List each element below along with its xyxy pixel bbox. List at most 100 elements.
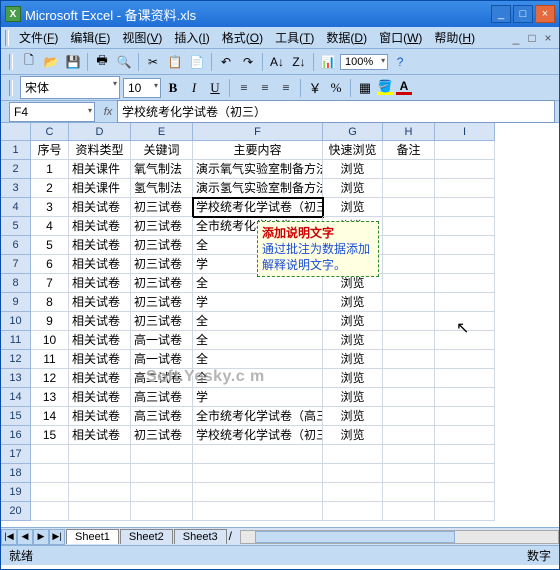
cell[interactable]: 浏览 [323, 179, 383, 198]
sort-desc-icon[interactable]: Z↓ [289, 52, 309, 72]
cell[interactable]: 相关试卷 [69, 312, 131, 331]
cell[interactable]: 浏览 [323, 160, 383, 179]
cell[interactable] [435, 331, 495, 350]
cell[interactable] [69, 483, 131, 502]
cell[interactable] [383, 198, 435, 217]
cell[interactable] [383, 179, 435, 198]
row-header[interactable]: 14 [1, 388, 31, 407]
save-icon[interactable]: 💾 [63, 52, 83, 72]
close-button[interactable]: × [535, 5, 555, 23]
cell[interactable]: 备注 [383, 141, 435, 160]
cell[interactable] [383, 293, 435, 312]
cell[interactable]: 浏览 [323, 369, 383, 388]
doc-minimize-button[interactable]: _ [509, 31, 523, 45]
borders-icon[interactable]: ▦ [356, 79, 374, 97]
cell[interactable] [435, 426, 495, 445]
cell[interactable]: 4 [31, 217, 69, 236]
cell[interactable] [383, 160, 435, 179]
cell[interactable]: 学校统考化学试卷（初三） [193, 198, 323, 217]
undo-icon[interactable]: ↶ [216, 52, 236, 72]
align-center-icon[interactable]: ≡ [256, 79, 274, 97]
row-header[interactable]: 6 [1, 236, 31, 255]
row-header[interactable]: 5 [1, 217, 31, 236]
cell[interactable] [323, 445, 383, 464]
underline-button[interactable]: U [206, 79, 224, 97]
cell[interactable]: 初三试卷 [131, 255, 193, 274]
cell[interactable]: 相关试卷 [69, 407, 131, 426]
formula-input[interactable]: 学校统考化学试卷（初三） [117, 100, 555, 123]
cell[interactable] [69, 445, 131, 464]
fill-color-icon[interactable]: 🪣 [377, 81, 393, 95]
cell[interactable] [323, 464, 383, 483]
percent-icon[interactable]: % [327, 79, 345, 97]
cell[interactable] [193, 464, 323, 483]
cell[interactable]: 演示氢气实验室制备方法 [193, 179, 323, 198]
cell[interactable]: 全市统考化学试卷（高三） [193, 407, 323, 426]
cell[interactable] [383, 369, 435, 388]
cell[interactable]: 高一试卷 [131, 350, 193, 369]
row-header[interactable]: 15 [1, 407, 31, 426]
row-header[interactable]: 20 [1, 502, 31, 521]
cell[interactable]: 相关试卷 [69, 331, 131, 350]
cell[interactable]: 全 [193, 350, 323, 369]
cut-icon[interactable]: ✂ [143, 52, 163, 72]
cell[interactable]: 浏览 [323, 350, 383, 369]
row-header[interactable]: 9 [1, 293, 31, 312]
menu-item-1[interactable]: 编辑(E) [64, 27, 116, 48]
cell[interactable]: 浏览 [323, 407, 383, 426]
cell[interactable] [383, 407, 435, 426]
cell[interactable]: 相关试卷 [69, 369, 131, 388]
tab-nav-button[interactable]: |◀ [1, 529, 17, 545]
cell[interactable]: 浏览 [323, 312, 383, 331]
fontbar-grip[interactable] [9, 80, 13, 96]
maximize-button[interactable]: □ [513, 5, 533, 23]
cell[interactable]: 8 [31, 293, 69, 312]
menu-item-7[interactable]: 窗口(W) [373, 27, 428, 48]
copy-icon[interactable]: 📋 [165, 52, 185, 72]
cell[interactable]: 相关试卷 [69, 293, 131, 312]
row-header[interactable]: 2 [1, 160, 31, 179]
cell[interactable] [435, 217, 495, 236]
cell[interactable] [383, 502, 435, 521]
cell[interactable] [193, 483, 323, 502]
cell[interactable]: 氢气制法 [131, 179, 193, 198]
cell[interactable] [69, 464, 131, 483]
name-box[interactable]: F4 [9, 102, 95, 122]
cell[interactable] [435, 388, 495, 407]
horizontal-scrollbar[interactable] [240, 530, 559, 544]
cell[interactable] [193, 445, 323, 464]
cell[interactable] [435, 179, 495, 198]
row-header[interactable]: 4 [1, 198, 31, 217]
fx-icon[interactable]: fx [99, 106, 117, 118]
cell[interactable]: 初三试卷 [131, 217, 193, 236]
zoom-combo[interactable]: 100% [340, 54, 388, 70]
sort-asc-icon[interactable]: A↓ [267, 52, 287, 72]
cell[interactable]: 2 [31, 179, 69, 198]
cell[interactable]: 6 [31, 255, 69, 274]
menu-item-5[interactable]: 工具(T) [269, 27, 320, 48]
cell[interactable]: 快速浏览 [323, 141, 383, 160]
cell[interactable]: 序号 [31, 141, 69, 160]
cell[interactable] [383, 274, 435, 293]
cell[interactable] [435, 483, 495, 502]
cell[interactable]: 13 [31, 388, 69, 407]
italic-button[interactable]: I [185, 79, 203, 97]
cell[interactable] [383, 255, 435, 274]
toolbar-grip[interactable] [9, 54, 13, 70]
cell[interactable]: 相关课件 [69, 160, 131, 179]
redo-icon[interactable]: ↷ [238, 52, 258, 72]
cell[interactable]: 氧气制法 [131, 160, 193, 179]
column-header-I[interactable]: I [435, 123, 495, 141]
cell[interactable]: 相关试卷 [69, 274, 131, 293]
cell[interactable]: 浏览 [323, 331, 383, 350]
cell[interactable]: 浏览 [323, 293, 383, 312]
cell[interactable]: 浏览 [323, 426, 383, 445]
row-header[interactable]: 1 [1, 141, 31, 160]
cell[interactable]: 14 [31, 407, 69, 426]
cell[interactable] [435, 236, 495, 255]
cell[interactable] [31, 445, 69, 464]
help-icon[interactable]: ? [390, 52, 410, 72]
cell[interactable] [435, 369, 495, 388]
cell[interactable]: 全 [193, 331, 323, 350]
cell[interactable] [435, 502, 495, 521]
